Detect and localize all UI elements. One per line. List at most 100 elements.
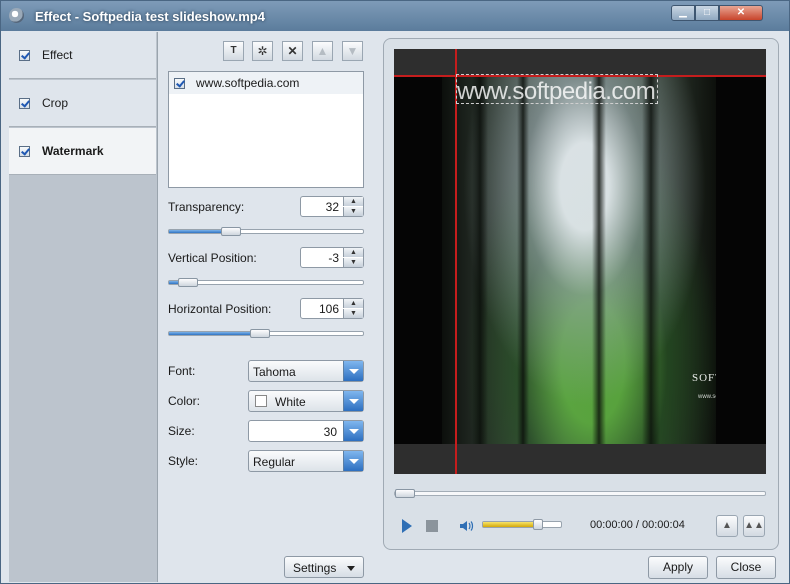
tree-shape xyxy=(472,76,488,444)
app-icon xyxy=(9,8,24,23)
tree-shape xyxy=(592,76,606,444)
watermark-item-checkbox[interactable] xyxy=(174,78,185,89)
video-preview[interactable]: SOFTPEDIA www.softpedia.com www.softpedi… xyxy=(394,49,766,474)
snapshot-folder-button[interactable]: ▲▲ xyxy=(743,515,765,537)
time-display: 00:00:00 / 00:00:04 xyxy=(590,519,685,531)
move-down-button[interactable]: ▼ xyxy=(342,41,363,61)
chevron-down-icon[interactable] xyxy=(343,391,363,411)
close-button[interactable]: Close xyxy=(716,556,776,579)
title-bar: Effect - Softpedia test slideshow.mp4 ▁ … xyxy=(1,1,789,31)
effect-checkbox[interactable] xyxy=(19,50,30,61)
apply-button[interactable]: Apply xyxy=(648,556,708,579)
list-item[interactable]: www.softpedia.com xyxy=(169,72,363,94)
tree-shape xyxy=(517,76,529,444)
transparency-value[interactable]: 32 xyxy=(326,200,339,214)
add-image-watermark-button[interactable]: ✲ xyxy=(252,41,273,61)
effect-window: Effect - Softpedia test slideshow.mp4 ▁ … xyxy=(0,0,790,584)
slider-thumb[interactable] xyxy=(221,227,241,236)
volume-fill xyxy=(483,522,538,527)
preview-panel: SOFTPEDIA www.softpedia.com www.softpedi… xyxy=(383,38,779,550)
nav-item-effect[interactable]: Effect xyxy=(9,32,156,79)
slider-fill xyxy=(169,332,260,335)
volume-slider[interactable] xyxy=(482,519,562,530)
seek-thumb[interactable] xyxy=(395,489,415,498)
horizontal-position-label: Horizontal Position: xyxy=(168,302,272,316)
settings-label: Settings xyxy=(293,561,337,575)
people-icon: ▲▲ xyxy=(744,520,764,531)
move-up-button[interactable]: ▲ xyxy=(312,41,333,61)
volume-icon[interactable] xyxy=(458,518,474,534)
nav-item-label: Watermark xyxy=(42,144,104,158)
increase-icon[interactable]: ▲ xyxy=(343,299,363,308)
size-value[interactable]: 30 xyxy=(324,425,337,439)
move-up-icon: ▲ xyxy=(316,44,329,58)
move-down-icon: ▼ xyxy=(346,44,359,58)
add-text-watermark-icon: T xyxy=(230,45,237,56)
decrease-icon[interactable]: ▼ xyxy=(343,207,363,216)
color-label: Color: xyxy=(168,394,201,408)
snapshot-button[interactable]: ▲ xyxy=(716,515,738,537)
horizontal-position-spinner[interactable]: 106 ▲ ▼ xyxy=(300,298,364,319)
style-label: Style: xyxy=(168,454,199,468)
person-icon: ▲ xyxy=(722,520,732,531)
watermark-checkbox[interactable] xyxy=(19,146,30,157)
slider-thumb[interactable] xyxy=(250,329,270,338)
play-icon[interactable] xyxy=(402,519,412,533)
size-input[interactable]: 30 xyxy=(248,420,364,442)
nav-item-label: Crop xyxy=(42,96,69,110)
slider-thumb[interactable] xyxy=(178,278,198,287)
transparency-label: Transparency: xyxy=(168,200,245,214)
caret-down-icon xyxy=(347,566,355,571)
watermark-overlay-text[interactable]: www.softpedia.com xyxy=(457,78,656,106)
decrease-icon[interactable]: ▼ xyxy=(343,309,363,318)
vertical-position-label: Vertical Position: xyxy=(168,251,257,265)
watermark-item-text: www.softpedia.com xyxy=(196,76,300,90)
style-value: Regular xyxy=(253,455,296,469)
add-image-watermark-icon: ✲ xyxy=(257,44,268,58)
chevron-down-icon[interactable] xyxy=(343,361,363,381)
color-swatch xyxy=(255,395,267,407)
font-select[interactable]: Tahoma xyxy=(248,360,364,382)
delete-watermark-button[interactable]: ✕ xyxy=(282,41,303,61)
horizontal-position-slider[interactable] xyxy=(168,329,364,338)
volume-thumb[interactable] xyxy=(533,519,543,530)
increase-icon[interactable]: ▲ xyxy=(343,248,363,257)
close-window-button[interactable]: ✕ xyxy=(719,5,763,21)
vertical-position-slider[interactable] xyxy=(168,278,364,287)
effect-nav: Effect Crop Watermark xyxy=(9,32,158,582)
transparency-slider[interactable] xyxy=(168,227,364,236)
maximize-button[interactable]: □ xyxy=(695,5,719,21)
stop-icon[interactable] xyxy=(426,520,438,532)
increase-icon[interactable]: ▲ xyxy=(343,197,363,206)
chevron-down-icon[interactable] xyxy=(343,451,363,471)
vertical-position-value[interactable]: -3 xyxy=(328,251,339,265)
chevron-down-icon[interactable] xyxy=(343,421,363,441)
letterbox-right xyxy=(716,76,766,444)
watermark-panel: T ✲ ✕ ▲ ▼ www.softpedia.com Transparency… xyxy=(158,32,373,582)
minimize-button[interactable]: ▁ xyxy=(671,5,695,21)
nav-item-label: Effect xyxy=(42,48,73,62)
style-select[interactable]: Regular xyxy=(248,450,364,472)
nav-item-watermark[interactable]: Watermark xyxy=(9,128,156,175)
seek-bar[interactable] xyxy=(394,489,766,498)
size-label: Size: xyxy=(168,424,195,438)
tree-shape xyxy=(642,76,660,444)
nav-item-crop[interactable]: Crop xyxy=(9,80,156,127)
horizontal-position-value[interactable]: 106 xyxy=(319,302,339,316)
color-select[interactable]: White xyxy=(248,390,364,412)
vertical-guide-line xyxy=(455,49,457,474)
color-value: White xyxy=(275,395,306,409)
watermark-list[interactable]: www.softpedia.com xyxy=(168,71,364,188)
preview-image: SOFTPEDIA www.softpedia.com xyxy=(442,76,759,444)
settings-button[interactable]: Settings xyxy=(284,556,364,578)
decrease-icon[interactable]: ▼ xyxy=(343,258,363,267)
font-value: Tahoma xyxy=(253,365,296,379)
vertical-position-spinner[interactable]: -3 ▲ ▼ xyxy=(300,247,364,268)
crop-checkbox[interactable] xyxy=(19,98,30,109)
window-title: Effect - Softpedia test slideshow.mp4 xyxy=(35,9,265,24)
letterbox-left xyxy=(394,76,442,444)
font-label: Font: xyxy=(168,364,196,378)
add-text-watermark-button[interactable]: T xyxy=(223,41,244,61)
transparency-spinner[interactable]: 32 ▲ ▼ xyxy=(300,196,364,217)
delete-icon: ✕ xyxy=(287,44,298,58)
